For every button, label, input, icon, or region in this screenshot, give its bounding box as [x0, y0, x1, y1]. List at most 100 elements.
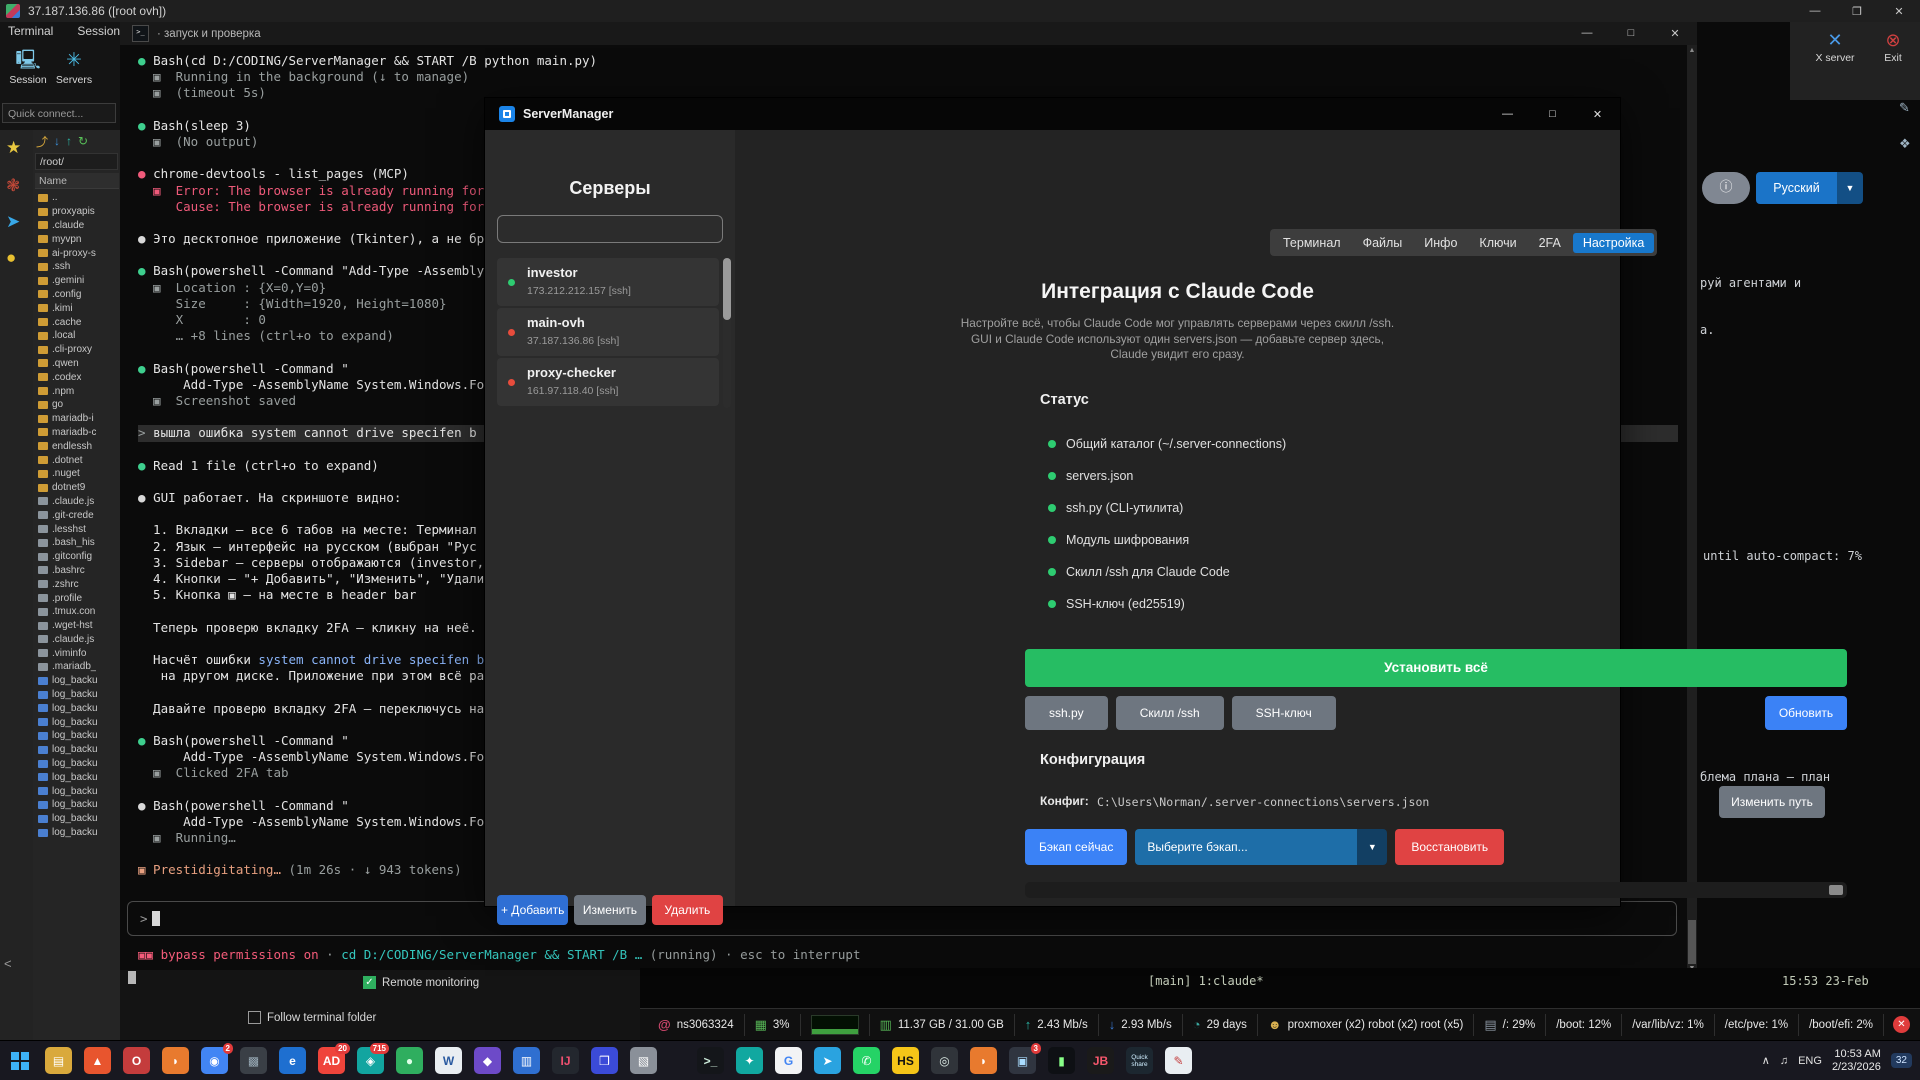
file-tree-item[interactable]: log_backu: [35, 826, 119, 840]
file-tree-item[interactable]: log_backu: [35, 743, 119, 757]
taskbar-icon-hs-app[interactable]: HS: [892, 1047, 919, 1074]
app-maximize-button[interactable]: □: [1530, 108, 1575, 121]
taskbar-icon-whatsapp[interactable]: ✆: [853, 1047, 880, 1074]
terminal-tab-title[interactable]: · запуск и проверка: [157, 28, 261, 40]
file-tree-item[interactable]: mariadb-i: [35, 412, 119, 426]
file-tree-item[interactable]: .lesshst: [35, 522, 119, 536]
taskbar-icon-google[interactable]: G: [775, 1047, 802, 1074]
notification-badge[interactable]: 32: [1890, 1053, 1912, 1068]
server-list-item[interactable]: main-ovh 37.187.136.86 [ssh]: [497, 308, 719, 356]
taskbar-icon-firefox-2[interactable]: ◗: [970, 1047, 997, 1074]
file-tree-item[interactable]: .gemini: [35, 274, 119, 288]
file-tree-item[interactable]: .bashrc: [35, 564, 119, 578]
file-tree-item[interactable]: .wget-hst: [35, 619, 119, 633]
taskbar-icon-blue-folder[interactable]: ▥: [513, 1047, 540, 1074]
file-tree-item[interactable]: log_backu: [35, 784, 119, 798]
taskbar-icon-purple-app[interactable]: ◆: [474, 1047, 501, 1074]
taskbar-icon-chrome[interactable]: ◉ 2: [201, 1043, 233, 1074]
sidebar-scroll-left[interactable]: <: [4, 956, 12, 971]
file-tree-item[interactable]: log_backu: [35, 770, 119, 784]
file-tree-item[interactable]: log_backu: [35, 715, 119, 729]
tab-Файлы[interactable]: Файлы: [1353, 233, 1413, 253]
follow-terminal-folder-checkbox[interactable]: [248, 1011, 261, 1024]
server-search-input[interactable]: [497, 215, 723, 243]
file-tree-item[interactable]: .npm: [35, 384, 119, 398]
exit-button[interactable]: ⊗ Exit: [1868, 28, 1918, 64]
terminal-minimize-button[interactable]: —: [1565, 27, 1609, 40]
tab-Терминал[interactable]: Терминал: [1273, 233, 1351, 253]
file-tree-item[interactable]: .bash_his: [35, 536, 119, 550]
file-tree-item[interactable]: .config: [35, 288, 119, 302]
file-tree-item[interactable]: .local: [35, 329, 119, 343]
restore-button[interactable]: Восстановить: [1395, 829, 1505, 865]
tab-Инфо[interactable]: Инфо: [1414, 233, 1467, 253]
taskbar-icon-gitkraken[interactable]: ✦: [736, 1047, 763, 1074]
taskbar-icon-dark-app[interactable]: ▩: [240, 1047, 267, 1074]
component-button[interactable]: Скилл /ssh: [1115, 696, 1224, 730]
file-tree-item[interactable]: log_backu: [35, 688, 119, 702]
volume-icon[interactable]: ♫: [1780, 1055, 1788, 1067]
taskbar-icon-anydesk[interactable]: AD 20: [318, 1043, 350, 1074]
tray-expand-icon[interactable]: ∧: [1762, 1054, 1770, 1067]
file-tree-item[interactable]: .nuget: [35, 467, 119, 481]
taskbar-icon-green-app[interactable]: ●: [396, 1047, 423, 1074]
tab-2FA[interactable]: 2FA: [1529, 233, 1571, 253]
terminal-input[interactable]: >: [127, 901, 1677, 936]
component-button[interactable]: ssh.py: [1025, 696, 1108, 730]
tab-Настройка[interactable]: Настройка: [1572, 232, 1655, 253]
file-tree-item[interactable]: .cache: [35, 315, 119, 329]
language-indicator[interactable]: ENG: [1798, 1055, 1822, 1067]
upload-icon[interactable]: ↑: [66, 134, 72, 148]
terminal-scrollbar[interactable]: ▲ ▼: [1687, 45, 1697, 975]
taskbar-icon-writer[interactable]: W: [435, 1047, 462, 1074]
terminal-maximize-button[interactable]: □: [1609, 27, 1653, 40]
macros-icon[interactable]: ❃: [6, 176, 20, 196]
file-tree-item[interactable]: dotnet9: [35, 481, 119, 495]
file-tree-item[interactable]: .tmux.con: [35, 605, 119, 619]
file-tree-item[interactable]: .gitconfig: [35, 550, 119, 564]
taskbar-icon-opera[interactable]: O: [123, 1047, 150, 1074]
file-tree-item[interactable]: .zshrc: [35, 577, 119, 591]
file-tree-item[interactable]: mariadb-c: [35, 426, 119, 440]
x-server-button[interactable]: ✕ X server: [1810, 28, 1860, 64]
change-path-button[interactable]: Изменить путь: [1719, 786, 1825, 818]
file-tree-item[interactable]: .dotnet: [35, 453, 119, 467]
file-tree-item[interactable]: .git-crede: [35, 508, 119, 522]
tools-icon[interactable]: ➤: [6, 212, 20, 232]
file-tree-item[interactable]: proxyapis: [35, 205, 119, 219]
taskbar-icon-quick-share[interactable]: Quick share: [1126, 1047, 1153, 1074]
taskbar-icon-putty[interactable]: >_: [697, 1047, 724, 1074]
scroll-up-icon[interactable]: ▲: [1687, 45, 1697, 57]
refresh-icon[interactable]: ↻: [78, 134, 88, 148]
taskbar-icon-paint[interactable]: ✎: [1165, 1047, 1192, 1074]
install-all-button[interactable]: Установить всё: [1025, 649, 1847, 687]
component-button[interactable]: SSH-ключ: [1231, 696, 1336, 730]
app-minimize-button[interactable]: —: [1485, 108, 1530, 121]
file-tree-item[interactable]: .claude: [35, 219, 119, 233]
file-tree-item[interactable]: .viminfo: [35, 646, 119, 660]
taskbar-icon-jetbrains[interactable]: JB: [1087, 1047, 1114, 1074]
language-dropdown[interactable]: Русский ▼: [1756, 172, 1863, 204]
file-tree-item[interactable]: .ssh: [35, 260, 119, 274]
taskbar-icon-terminal[interactable]: ▮: [1048, 1047, 1075, 1074]
scrollbar-thumb[interactable]: [1688, 920, 1696, 964]
file-tree-item[interactable]: .qwen: [35, 357, 119, 371]
file-tree-item[interactable]: .cli-proxy: [35, 343, 119, 357]
shield-icon[interactable]: ❖: [1899, 136, 1911, 152]
taskbar-icon-ide[interactable]: IJ: [552, 1047, 579, 1074]
file-tree-item[interactable]: .kimi: [35, 301, 119, 315]
file-tree-item[interactable]: log_backu: [35, 812, 119, 826]
taskbar-icon-photos[interactable]: ❒: [591, 1047, 618, 1074]
server-list-item[interactable]: proxy-checker 161.97.118.40 [ssh]: [497, 358, 719, 406]
info-button[interactable]: ⓘ: [1702, 172, 1750, 204]
taskbar-icon-obs[interactable]: ◎: [931, 1047, 958, 1074]
taskbar-icon-explorer[interactable]: ▤: [45, 1047, 72, 1074]
backup-select-dropdown[interactable]: Выберите бэкап... ▼: [1135, 829, 1388, 865]
file-tree-item[interactable]: .mariadb_: [35, 660, 119, 674]
add-server-button[interactable]: + Добавить: [497, 895, 569, 925]
file-tree-item[interactable]: .codex: [35, 370, 119, 384]
file-tree-item[interactable]: ..: [35, 191, 119, 205]
file-tree-item[interactable]: log_backu: [35, 729, 119, 743]
refresh-button[interactable]: Обновить: [1765, 696, 1847, 730]
minimize-button[interactable]: —: [1794, 0, 1836, 22]
